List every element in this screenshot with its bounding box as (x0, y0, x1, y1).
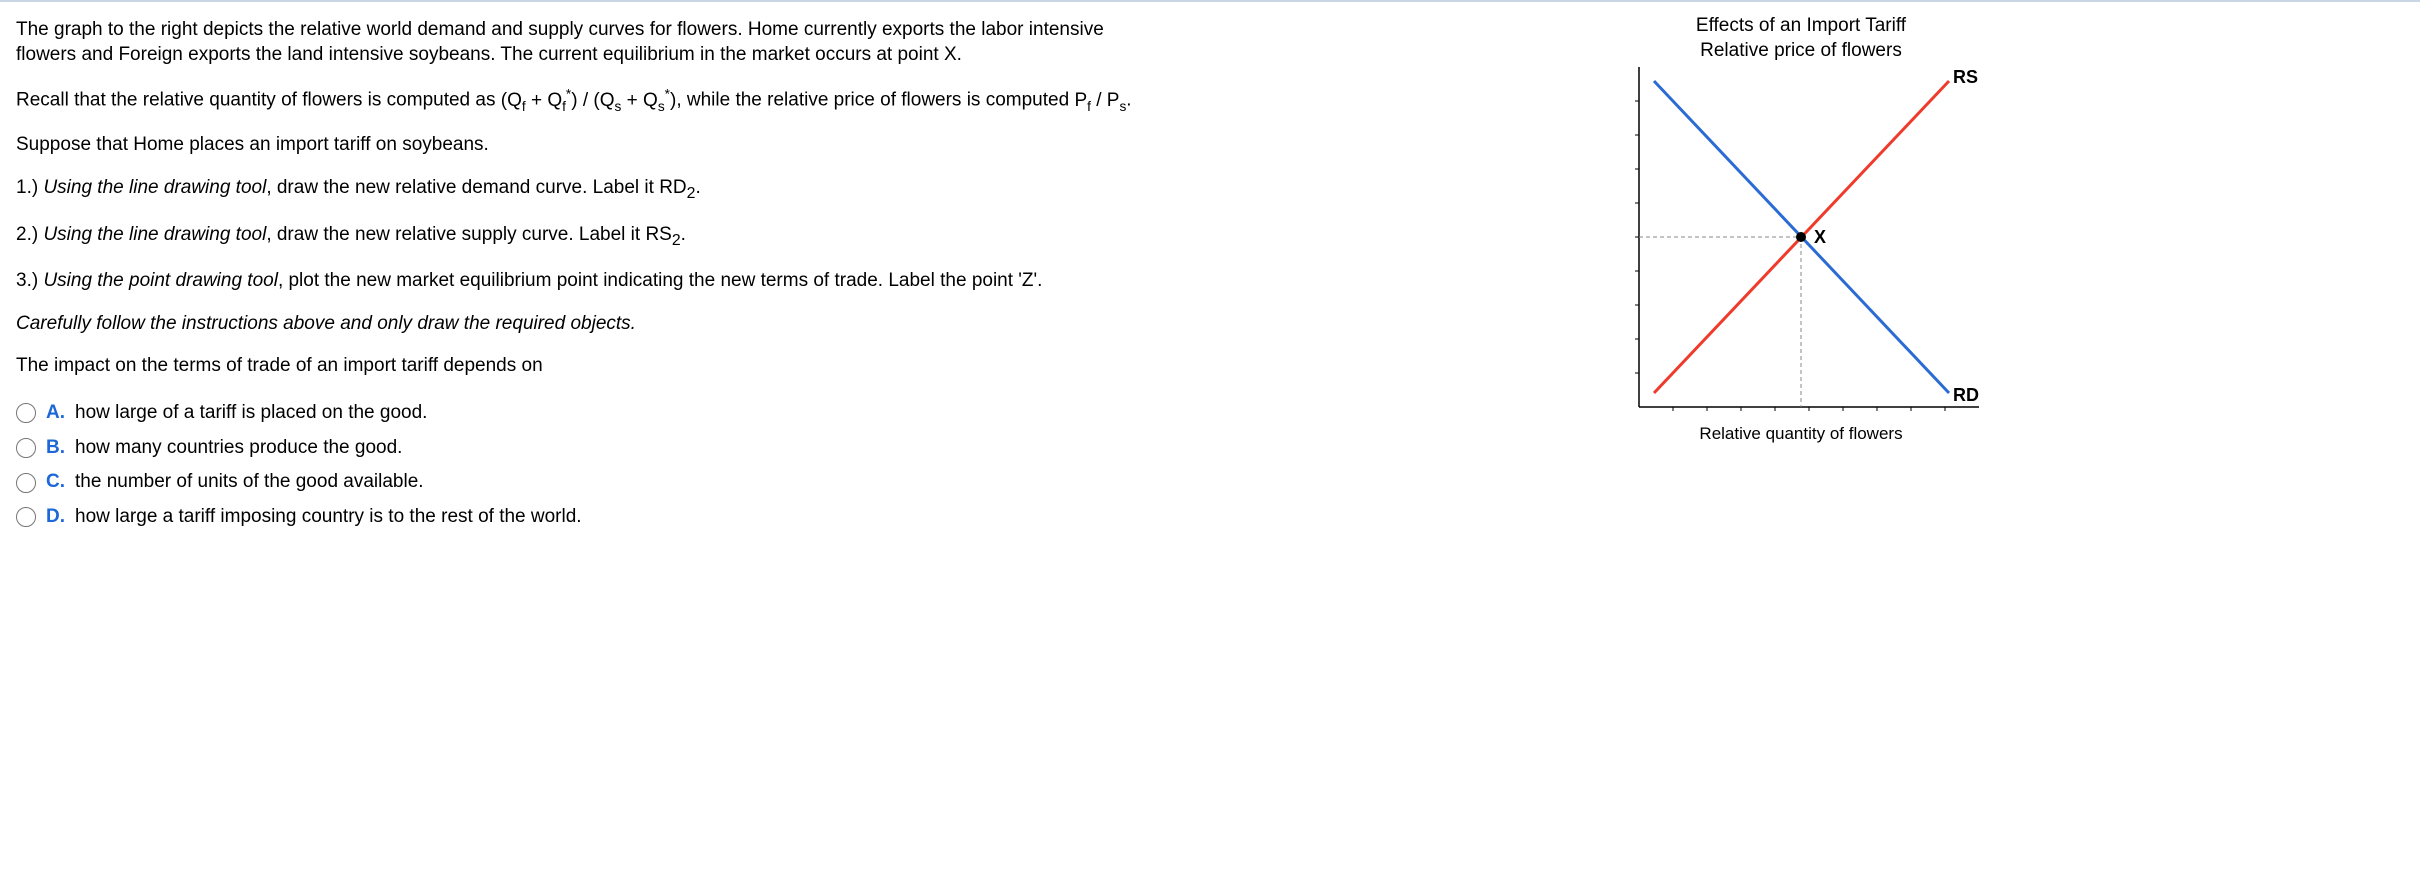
rd-label: RD (1953, 385, 1979, 405)
question-text-column: The graph to the right depicts the relat… (0, 10, 1182, 548)
choice-letter: A. (46, 401, 65, 426)
recall-end: . (1126, 90, 1131, 111)
point-x[interactable] (1796, 232, 1806, 242)
step1-pre: 1.) (16, 177, 43, 198)
step-3: 3.) Using the point drawing tool, plot t… (16, 269, 1166, 294)
choice-text: how many countries produce the good. (75, 436, 402, 461)
recall-mid: , while the relative price of flowers is… (676, 90, 1074, 111)
recall-paragraph: Recall that the relative quantity of flo… (16, 85, 1166, 115)
step2-end: . (681, 224, 686, 245)
choice-letter: B. (46, 436, 65, 461)
radio-b[interactable] (16, 438, 36, 458)
rs-label: RS (1953, 67, 1978, 87)
choice-letter: D. (46, 505, 65, 530)
choice-text: the number of units of the good availabl… (75, 470, 424, 495)
point-x-label: X (1814, 227, 1826, 247)
answer-choices: A. how large of a tariff is placed on th… (16, 401, 1166, 530)
suppose-paragraph: Suppose that Home places an import tarif… (16, 133, 1166, 158)
recall-prefix: Recall that the relative quantity of flo… (16, 90, 501, 111)
chart-title-line2: Relative price of flowers (1700, 40, 1902, 61)
step2-sub: 2 (672, 231, 681, 248)
choice-d[interactable]: D. how large a tariff imposing country i… (16, 505, 1166, 530)
step3-tool: Using the point drawing tool (43, 270, 277, 291)
chart-area[interactable]: X RS RD Relative quantity of flowers (1624, 67, 1979, 444)
step2-tool: Using the line drawing tool (43, 224, 266, 245)
step3-rest: , plot the new market equilibrium point … (278, 270, 1043, 291)
radio-a[interactable] (16, 403, 36, 423)
radio-d[interactable] (16, 507, 36, 527)
choice-c[interactable]: C. the number of units of the good avail… (16, 470, 1166, 495)
step2-rest: , draw the new relative supply curve. La… (266, 224, 672, 245)
chart-title-line1: Effects of an Import Tariff (1696, 15, 1906, 36)
formula-price: Pf / Ps (1074, 90, 1126, 111)
choice-letter: C. (46, 470, 65, 495)
chart-column: Effects of an Import Tariff Relative pri… (1182, 10, 2420, 548)
step2-pre: 2.) (16, 224, 43, 245)
step1-end: . (695, 177, 700, 198)
step-1: 1.) Using the line drawing tool, draw th… (16, 176, 1166, 204)
choice-a[interactable]: A. how large of a tariff is placed on th… (16, 401, 1166, 426)
step1-rest: , draw the new relative demand curve. La… (266, 177, 686, 198)
step-2: 2.) Using the line drawing tool, draw th… (16, 223, 1166, 251)
choice-text: how large of a tariff is placed on the g… (75, 401, 427, 426)
step3-pre: 3.) (16, 270, 43, 291)
chart-title: Effects of an Import Tariff Relative pri… (1182, 14, 2420, 63)
chart-svg[interactable]: X RS RD (1624, 67, 1979, 422)
step1-tool: Using the line drawing tool (43, 177, 266, 198)
radio-c[interactable] (16, 473, 36, 493)
choice-b[interactable]: B. how many countries produce the good. (16, 436, 1166, 461)
careful-instruction: Carefully follow the instructions above … (16, 312, 1166, 337)
x-axis-label: Relative quantity of flowers (1624, 424, 1979, 444)
formula-quantity: (Qf + Qf*) / (Qs + Qs*) (501, 90, 677, 111)
impact-sentence: The impact on the terms of trade of an i… (16, 354, 1166, 379)
choice-text: how large a tariff imposing country is t… (75, 505, 582, 530)
intro-paragraph: The graph to the right depicts the relat… (16, 18, 1166, 67)
